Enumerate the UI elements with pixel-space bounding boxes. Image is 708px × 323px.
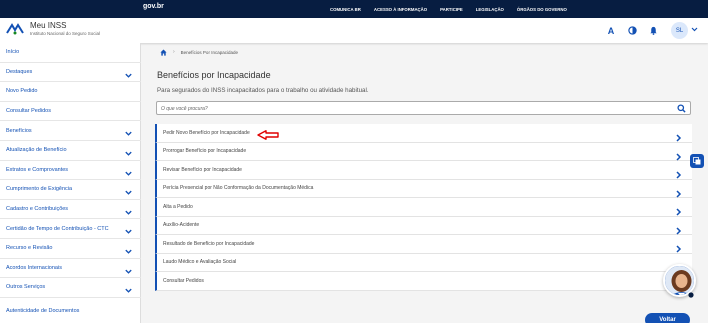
- sidebar-item-label: Cadastro e Contribuições: [6, 206, 69, 213]
- chevron-down-icon[interactable]: [124, 263, 133, 274]
- sidebar-item-label: Recurso e Revisão: [6, 245, 53, 252]
- sidebar-item[interactable]: Cumprimento de Exigência: [0, 180, 141, 200]
- chevron-down-icon[interactable]: [124, 223, 133, 235]
- sidebar-item-label: Novo Pedido: [6, 88, 38, 95]
- service-item[interactable]: Alta a Pedido: [155, 198, 692, 217]
- search-icon[interactable]: [677, 104, 686, 113]
- sidebar-item[interactable]: Consultar Pedidos: [0, 102, 141, 122]
- sidebar-item[interactable]: Recurso e Revisão: [0, 239, 141, 259]
- sidebar-item[interactable]: Cadastro e Contribuições: [0, 200, 141, 220]
- app-subtitle: Instituto Nacional do Seguro Social: [30, 31, 101, 36]
- meu-inss-logo-icon[interactable]: [5, 22, 25, 36]
- app-title: Meu INSS: [30, 21, 67, 30]
- chevron-down-icon[interactable]: [124, 165, 133, 176]
- service-item-label: Alta a Pedido: [163, 203, 193, 210]
- user-menu-chevron-down-icon[interactable]: [691, 27, 698, 34]
- service-item[interactable]: Resultado de Benefício por Incapacidade: [155, 235, 692, 254]
- sidebar-item-label: Consultar Pedidos: [6, 108, 51, 115]
- chevron-right-icon: [675, 166, 682, 179]
- gov-link-acesso-informacao[interactable]: ACESSO À INFORMAÇÃO: [374, 7, 427, 12]
- breadcrumb-separator-icon: ›: [173, 49, 175, 55]
- sidebar-item-label: Atualização de Benefício: [6, 147, 67, 154]
- service-item-label: Resultado de Benefício por Incapacidade: [163, 240, 255, 247]
- chevron-right-icon: [675, 240, 682, 253]
- breadcrumb: › Benefícios Por Incapacidade: [160, 48, 238, 56]
- font-size-button[interactable]: A: [605, 25, 617, 37]
- sidebar-item[interactable]: Extratos e Comprovantes: [0, 161, 141, 181]
- chevron-right-icon: [675, 148, 682, 161]
- chevron-down-icon[interactable]: [124, 125, 133, 137]
- breadcrumb-current: Benefícios Por Incapacidade: [180, 49, 238, 55]
- gov-link-legislacao[interactable]: LEGISLAÇÃO: [476, 7, 504, 12]
- chevron-down-icon[interactable]: [124, 204, 133, 215]
- gov-link-participe[interactable]: PARTICIPE: [440, 7, 463, 12]
- sidebar-item[interactable]: Início: [0, 43, 141, 63]
- service-item-label: Consultar Pedidos: [163, 277, 204, 284]
- page-title: Benefícios por Incapacidade: [157, 70, 271, 80]
- sidebar-item-label: Cumprimento de Exigência: [6, 186, 73, 193]
- gov-link-orgaos[interactable]: ÓRGÃOS DO GOVERNO: [517, 7, 567, 12]
- sidebar-item[interactable]: Outros Serviços: [0, 278, 141, 298]
- chevron-right-icon: [675, 222, 682, 235]
- chevron-right-icon: [675, 203, 682, 216]
- gov-top-bar: gov.br COMUNICA BR ACESSO À INFORMAÇÃO P…: [0, 0, 708, 18]
- sidebar-item[interactable]: Atualização de Benefício: [0, 141, 141, 161]
- sidebar-item-label: Destaques: [6, 68, 33, 75]
- sidebar-link-autenticidade[interactable]: Autenticidade de Documentos: [6, 308, 79, 314]
- home-icon[interactable]: [160, 48, 167, 56]
- sidebar-item-label: Extratos e Comprovantes: [6, 166, 69, 173]
- service-item[interactable]: Auxílio-Acidente: [155, 216, 692, 235]
- floating-help-tab[interactable]: [690, 154, 704, 168]
- chevron-down-icon[interactable]: [124, 243, 133, 254]
- user-avatar[interactable]: SL: [671, 22, 688, 39]
- service-item[interactable]: Prorrogar Benefício por Incapacidade: [155, 142, 692, 161]
- services-list: Pedir Novo Benefício por Incapacidade Pro…: [155, 124, 692, 291]
- search-box: [156, 101, 691, 115]
- service-item[interactable]: Laudo Médico e Avaliação Social: [155, 253, 692, 272]
- gov-links: COMUNICA BR ACESSO À INFORMAÇÃO PARTICIP…: [330, 0, 580, 18]
- sidebar-item-label: Benefícios: [6, 127, 32, 134]
- contrast-icon[interactable]: [626, 25, 638, 37]
- service-item-label: Pedir Novo Benefício por Incapacidade: [163, 129, 250, 136]
- sidebar-item-label: Certidão de Tempo de Contribuição - CTC: [6, 225, 109, 232]
- service-item-label: Revisar Benefício por Incapacidade: [163, 166, 242, 173]
- sidebar-item[interactable]: Novo Pedido: [0, 82, 141, 102]
- sidebar-item-label: Outros Serviços: [6, 284, 46, 291]
- service-item[interactable]: Perícia Presencial por Não Conformação d…: [155, 179, 692, 198]
- service-item-label: Perícia Presencial por Não Conformação d…: [163, 185, 314, 192]
- chevron-right-icon: [675, 129, 682, 142]
- govbr-logo[interactable]: gov.br: [143, 3, 164, 10]
- service-item[interactable]: Revisar Benefício por Incapacidade: [155, 161, 692, 180]
- chevron-down-icon[interactable]: [124, 145, 133, 156]
- back-button[interactable]: Voltar: [645, 313, 690, 323]
- service-item-label: Auxílio-Acidente: [163, 222, 200, 229]
- search-input[interactable]: [161, 103, 661, 114]
- chevron-down-icon[interactable]: [124, 67, 133, 78]
- page-subtitle: Para segurados do INSS incapacitados par…: [157, 87, 369, 94]
- sidebar-item[interactable]: Benefícios: [0, 121, 141, 141]
- sidebar-item-label: Início: [6, 49, 20, 56]
- sidebar: Início Destaques Novo Pedido Consultar Pedi…: [0, 43, 141, 323]
- sidebar-item[interactable]: Certidão de Tempo de Contribuição - CTC: [0, 219, 141, 239]
- assistant-status-dot-icon: [688, 292, 694, 298]
- service-item-label: Prorrogar Benefício por Incapacidade: [163, 148, 247, 155]
- chevron-down-icon[interactable]: [124, 184, 133, 195]
- chevron-right-icon: [675, 185, 682, 198]
- service-item[interactable]: Consultar Pedidos: [155, 272, 692, 291]
- red-annotation-arrow-icon: [257, 130, 279, 140]
- sidebar-item[interactable]: Destaques: [0, 63, 141, 83]
- chevron-down-icon[interactable]: [124, 282, 133, 293]
- app-header: Meu INSS Instituto Nacional do Seguro So…: [0, 18, 708, 43]
- service-item[interactable]: Pedir Novo Benefício por Incapacidade: [155, 124, 692, 143]
- header-tools: A SL: [596, 22, 698, 39]
- translate-icon: [693, 157, 701, 165]
- service-item-label: Laudo Médico e Avaliação Social: [163, 259, 237, 266]
- sidebar-item[interactable]: Acordos Internacionais: [0, 259, 141, 279]
- sidebar-item-label: Acordos Internacionais: [6, 264, 62, 271]
- notification-bell-icon[interactable]: [647, 25, 659, 37]
- gov-link-comunica[interactable]: COMUNICA BR: [330, 7, 361, 12]
